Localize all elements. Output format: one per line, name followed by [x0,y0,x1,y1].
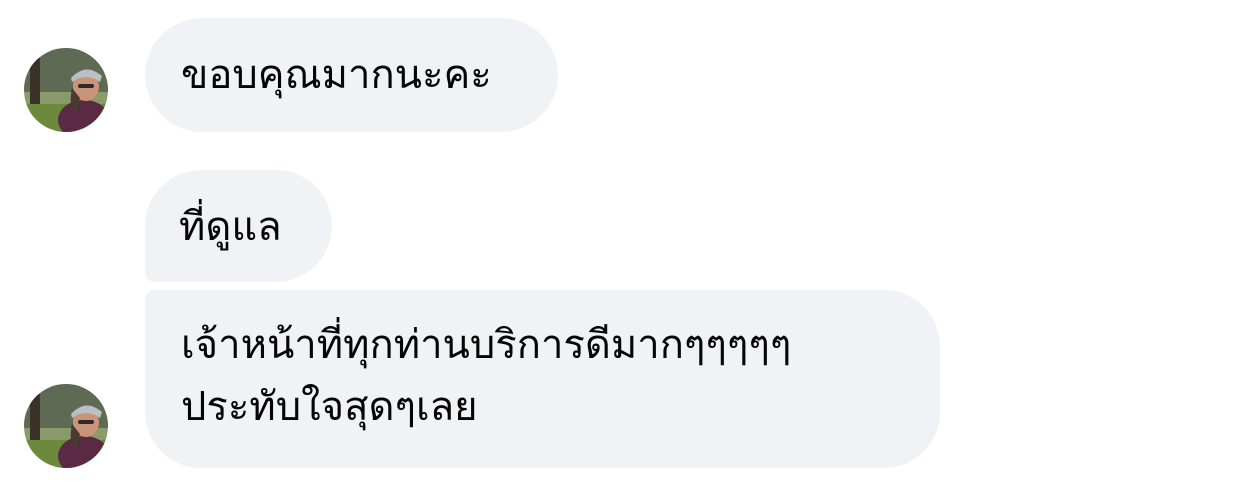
message-bubble[interactable]: เจ้าหน้าที่ทุกท่านบริการดีมากๆๆๆๆๆ ประทั… [145,290,940,468]
message-bubble[interactable]: ที่ดูแล [145,170,332,282]
avatar-photo [24,48,108,132]
message-bubble[interactable]: ขอบคุณมากนะคะ [145,18,558,132]
message-text: ที่ดูแล [179,204,282,250]
avatar[interactable] [24,48,108,132]
avatar[interactable] [24,384,108,468]
chat-thread: ขอบคุณมากนะคะ ที่ดูแล เจ้าหน้าที่ทุกท่าน… [0,0,1260,482]
message-text-line: ประทับใจสุดๆเลย [181,384,478,430]
message-text: ขอบคุณมากนะคะ [181,52,492,98]
avatar-photo [24,384,108,468]
message-text-line: เจ้าหน้าที่ทุกท่านบริการดีมากๆๆๆๆๆ [181,322,792,368]
